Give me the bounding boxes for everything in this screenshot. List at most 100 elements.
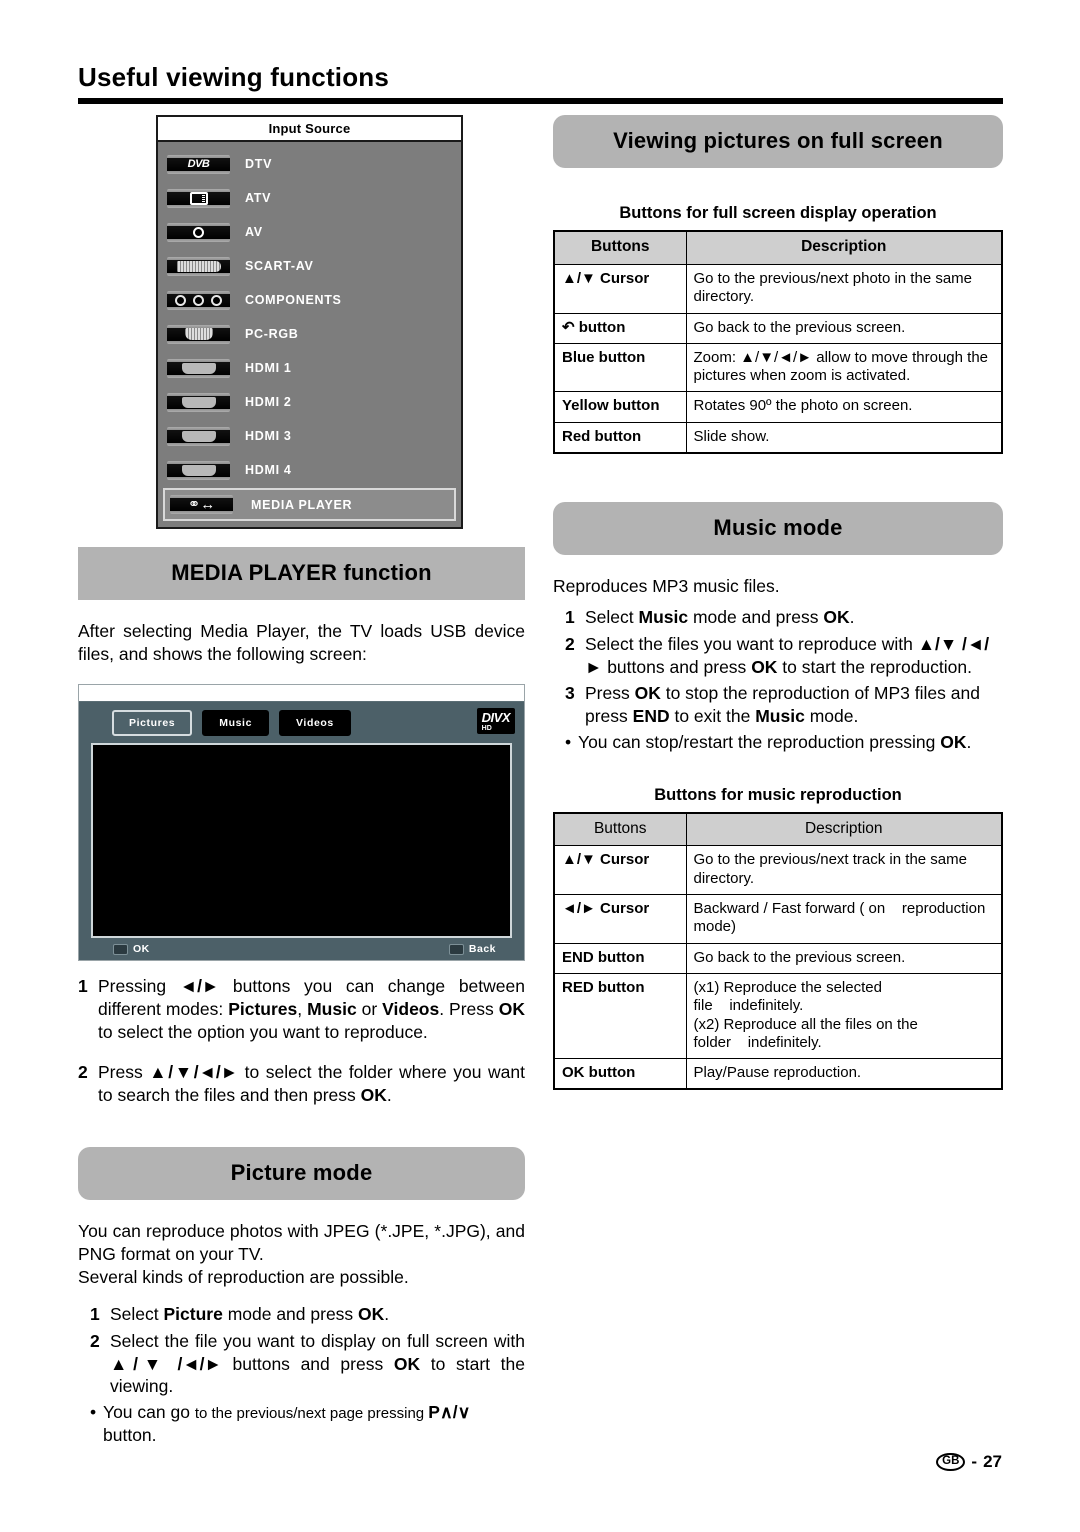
input-source-title: Input Source: [158, 117, 461, 142]
body-text: to start the reproduction.: [777, 656, 972, 677]
step-number: 2: [90, 1330, 100, 1351]
step-text: Select Picture mode and press OK.: [110, 1303, 525, 1326]
screen-tab-music[interactable]: Music: [202, 710, 270, 737]
bullet-text: You can stop/restart the reproduction pr…: [578, 731, 971, 754]
music-table-body: ▲/▼ Cursor Go to the previous/next track …: [553, 845, 1003, 1090]
body-text: Select: [110, 1304, 164, 1325]
region-badge: GB: [936, 1452, 966, 1472]
step-item: 1 Pressing ◄/► buttons you can change bet…: [78, 975, 525, 1043]
step-number: 2: [78, 1062, 88, 1083]
table-row: END button Go back to the previous screen…: [553, 942, 1003, 974]
ok-key-icon: [113, 943, 128, 955]
music-mode-banner: Music mode: [553, 501, 1003, 555]
button-description-cell: Zoom: ▲/▼/◄/► allow to move through the …: [685, 342, 1003, 393]
screen-tab-pictures[interactable]: Pictures: [112, 710, 193, 737]
emphasis-text: OK: [358, 1304, 385, 1325]
input-source-item-label: HDMI 3: [245, 429, 292, 443]
picture-mode-steps: 1 Select Picture mode and press OK. 2 Selec…: [78, 1303, 525, 1447]
step-number: 1: [78, 976, 88, 997]
bullet-text: You can go to the previous/next page pre…: [103, 1401, 525, 1447]
step-item: 2 Select the files you want to reproduce …: [565, 633, 1003, 679]
header-buttons: Buttons: [553, 230, 687, 265]
body-text: ,: [297, 998, 308, 1019]
body-text: Select the files you want to reproduce w…: [585, 633, 918, 654]
input-source-item-label: AV: [245, 225, 263, 239]
table-row: ▲/▼ Cursor Go to the previous/next track …: [553, 845, 1003, 896]
step-number: 3: [565, 683, 575, 704]
divx-hd-text: HD: [481, 725, 492, 733]
divx-logo-text: DIVX: [481, 710, 511, 726]
vga-connector-icon: [167, 324, 230, 344]
input-source-item-dtv[interactable]: DVB DTV: [158, 147, 461, 181]
input-source-item-label: DTV: [245, 157, 273, 171]
screen-ok-hint: OK: [113, 943, 150, 955]
step-text: Pressing ◄/► buttons you can change betw…: [98, 975, 525, 1043]
button-key-cell: END button: [553, 942, 687, 974]
input-source-item-label: PC-RGB: [245, 327, 299, 341]
header-description: Description: [685, 230, 1003, 265]
input-source-item-av[interactable]: AV: [158, 215, 461, 249]
button-description-cell: Backward / Fast forward ( on reproductio…: [685, 894, 1003, 944]
input-source-item-media-player[interactable]: ⚭↔ MEDIA PLAYER: [163, 488, 456, 521]
emphasis-text: Videos: [382, 998, 440, 1019]
picture-mode-banner: Picture mode: [78, 1146, 525, 1200]
screen-top-bar: [79, 685, 524, 703]
picture-mode-intro-2: Several kinds of reproduction are possib…: [78, 1267, 409, 1288]
screen-footer-bar: OK Back: [79, 938, 524, 961]
back-key-icon: [448, 943, 464, 955]
button-description-cell: Go to the previous/next track in the sam…: [685, 845, 1003, 896]
emphasis-text: ▲/▼/◄/►: [149, 1062, 239, 1083]
table-row: Yellow button Rotates 90º the photo on sc…: [553, 391, 1003, 423]
emphasis-text: ◄/►: [179, 976, 220, 997]
input-source-item-atv[interactable]: ATV: [158, 181, 461, 215]
right-column: Viewing pictures on full screen Buttons …: [553, 115, 1003, 1091]
body-text: mode and press: [222, 1304, 359, 1325]
input-source-item-hdmi-4[interactable]: HDMI 4: [158, 453, 461, 487]
screen-tab-videos[interactable]: Videos: [279, 710, 351, 737]
screen-tab-row[interactable]: Pictures Music Videos DIVX HD: [79, 702, 524, 743]
step-text: Press ▲/▼/◄/► to select the folder where…: [98, 1061, 525, 1107]
button-key-cell: ▲/▼ Cursor: [553, 263, 687, 314]
button-key-cell: RED button: [553, 972, 687, 1060]
full-screen-table-body: ▲/▼ Cursor Go to the previous/next photo …: [553, 263, 1003, 454]
input-source-list[interactable]: DVB DTV ATV AV SCART-AV COMPONENTS PC-RGB HDMI …: [158, 142, 461, 527]
body-text: .: [384, 1304, 390, 1325]
button-key-cell: Yellow button: [553, 391, 687, 423]
page-number: 27: [983, 1452, 1002, 1471]
emphasis-text: OK: [634, 683, 661, 704]
screen-content-area: [91, 743, 512, 939]
input-source-item-components[interactable]: COMPONENTS: [158, 283, 461, 317]
hdmi-connector-icon: [167, 426, 230, 446]
input-source-item-hdmi-1[interactable]: HDMI 1: [158, 351, 461, 385]
table-row: RED button (x1) Reproduce the selected fi…: [553, 972, 1003, 1060]
body-text: to exit the: [669, 706, 756, 727]
emphasis-text: Music: [307, 998, 357, 1019]
button-description-cell: (x1) Reproduce the selected file indefin…: [685, 972, 1003, 1060]
body-text: Press: [585, 683, 635, 704]
input-source-panel: Input Source DVB DTV ATV AV SCART-AV COMPONEN…: [156, 115, 463, 529]
table-header-row: Buttons Description: [553, 812, 1003, 847]
input-source-item-scart-av[interactable]: SCART-AV: [158, 249, 461, 283]
step-item: 1 Select Music mode and press OK.: [565, 606, 1003, 629]
body-text: .: [966, 731, 972, 752]
step-text: Select the file you want to display on f…: [110, 1330, 525, 1398]
table-header-row: Buttons Description: [553, 230, 1003, 265]
step-number: 1: [565, 607, 575, 628]
bullet-marker: •: [565, 731, 572, 752]
left-column: Input Source DVB DTV ATV AV SCART-AV COMPONEN…: [78, 115, 525, 1447]
button-description-cell: Go back to the previous screen.: [685, 312, 1003, 344]
body-text: mode.: [804, 706, 859, 727]
full-screen-banner: Viewing pictures on full screen: [553, 115, 1003, 168]
input-source-item-hdmi-3[interactable]: HDMI 3: [158, 419, 461, 453]
button-description-cell: Play/Pause reproduction.: [685, 1058, 1003, 1090]
input-source-item-pc-rgb[interactable]: PC-RGB: [158, 317, 461, 351]
table-row: Blue button Zoom: ▲/▼/◄/► allow to move t…: [553, 342, 1003, 393]
usb-icon: ⚭↔: [170, 495, 233, 514]
body-text: Pressing: [98, 976, 180, 997]
input-source-item-hdmi-2[interactable]: HDMI 2: [158, 385, 461, 419]
header-description: Description: [685, 812, 1003, 847]
button-description-cell: Go back to the previous screen.: [685, 942, 1003, 974]
analog-tv-icon: [167, 188, 230, 208]
input-source-item-label: ATV: [245, 191, 272, 205]
button-key-cell: ↶ button: [553, 312, 687, 344]
